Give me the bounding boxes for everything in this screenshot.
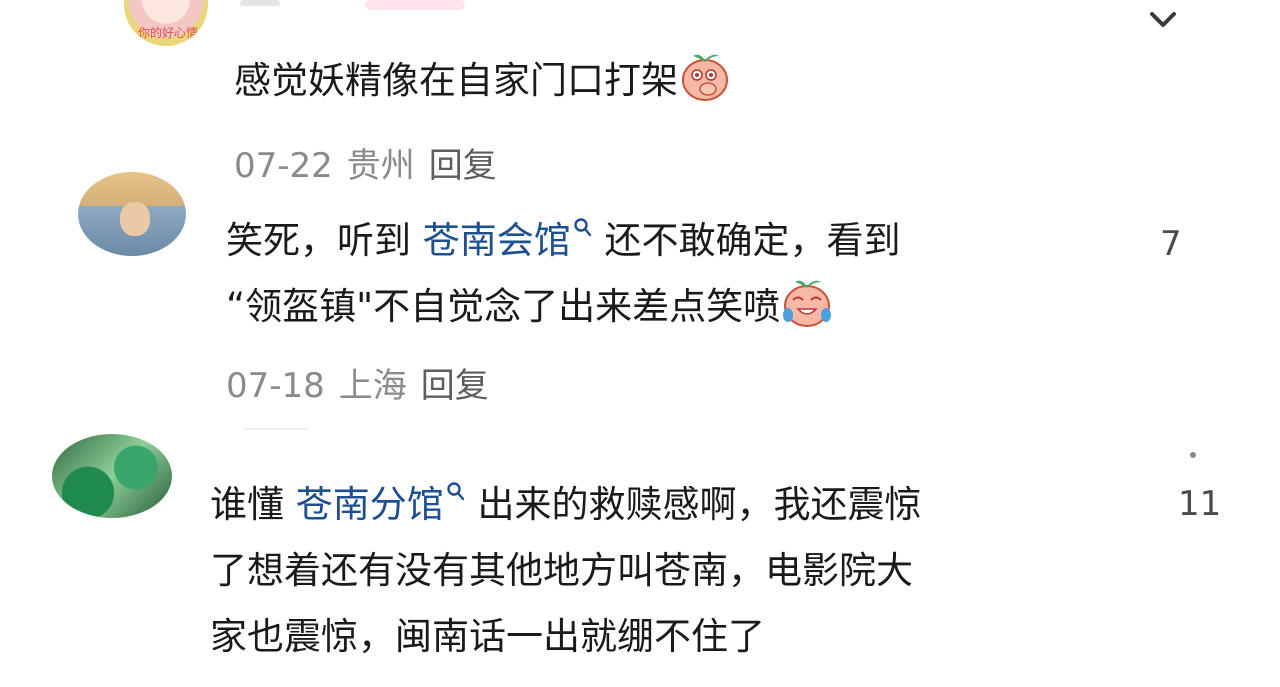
comment-line: 家也震惊，闽南话一出就绷不住了 bbox=[210, 615, 765, 658]
mention-label: 苍南会馆 bbox=[422, 219, 571, 262]
chevron-down-icon[interactable] bbox=[1148, 10, 1178, 32]
mention-link[interactable]: 苍南分馆 bbox=[295, 482, 466, 526]
like-count[interactable]: 11 bbox=[1178, 484, 1221, 524]
comment-line: 了想着还有没有其他地方叫苍南，电影院大 bbox=[210, 549, 913, 592]
comment-segment: 谁懂 bbox=[210, 483, 284, 526]
comment-segment: 出来的救赎感啊，我还震惊 bbox=[477, 483, 922, 526]
avatar[interactable] bbox=[52, 434, 172, 518]
comment-date: 07-18 bbox=[226, 366, 325, 406]
comment-date: 07-22 bbox=[234, 146, 333, 186]
comment-line: “领盔镇"不自觉念了出来差点笑喷 bbox=[226, 274, 901, 340]
search-icon bbox=[447, 482, 464, 501]
search-icon bbox=[574, 218, 591, 237]
comment-text[interactable]: 谁懂 苍南分馆 出来的救赎感啊，我还震惊 了想着还有没有其他地方叫苍南，电影院大… bbox=[210, 472, 922, 670]
comment-segment: “领盔镇"不自觉念了出来差点笑喷 bbox=[226, 285, 781, 328]
mention-label: 苍南分馆 bbox=[295, 483, 444, 526]
comment-line: 笑死，听到 苍南会馆 还不敢确定，看到 bbox=[226, 208, 901, 274]
comment-meta: 07-22 贵州 回复 bbox=[234, 138, 497, 187]
cutoff-username-row bbox=[240, 0, 470, 10]
comment-segment: 笑死，听到 bbox=[226, 219, 411, 262]
mention-link[interactable]: 苍南会馆 bbox=[422, 218, 593, 262]
comment-line: 谁懂 苍南分馆 出来的救赎感啊，我还震惊 bbox=[210, 472, 922, 538]
shy-blushing-peach-emoji bbox=[682, 54, 728, 101]
comment-location: 贵州 bbox=[346, 146, 415, 186]
more-indicator-dot bbox=[1190, 452, 1196, 458]
reply-button[interactable]: 回复 bbox=[429, 146, 497, 186]
comment-meta: 07-18 上海 回复 bbox=[226, 358, 489, 407]
comment-segment: 还不敢确定，看到 bbox=[604, 219, 901, 262]
divider bbox=[244, 428, 308, 430]
laughing-tears-peach-emoji bbox=[783, 280, 832, 327]
avatar[interactable]: 你的好心情 bbox=[124, 0, 208, 46]
user-badge bbox=[365, 0, 465, 10]
like-count[interactable]: 7 bbox=[1160, 224, 1182, 264]
avatar[interactable] bbox=[78, 172, 186, 256]
comment-text[interactable]: 笑死，听到 苍南会馆 还不敢确定，看到 “领盔镇"不自觉念了出来差点笑喷 bbox=[226, 208, 901, 340]
comment-location: 上海 bbox=[338, 366, 407, 406]
reply-button[interactable]: 回复 bbox=[421, 366, 489, 406]
comment-text[interactable]: 感觉妖精像在自家门口打架 bbox=[234, 48, 732, 114]
comment-body: 感觉妖精像在自家门口打架 bbox=[234, 59, 678, 102]
username-placeholder bbox=[240, 0, 280, 6]
avatar-caption: 你的好心情 bbox=[138, 26, 199, 40]
avatar-face bbox=[120, 202, 150, 236]
